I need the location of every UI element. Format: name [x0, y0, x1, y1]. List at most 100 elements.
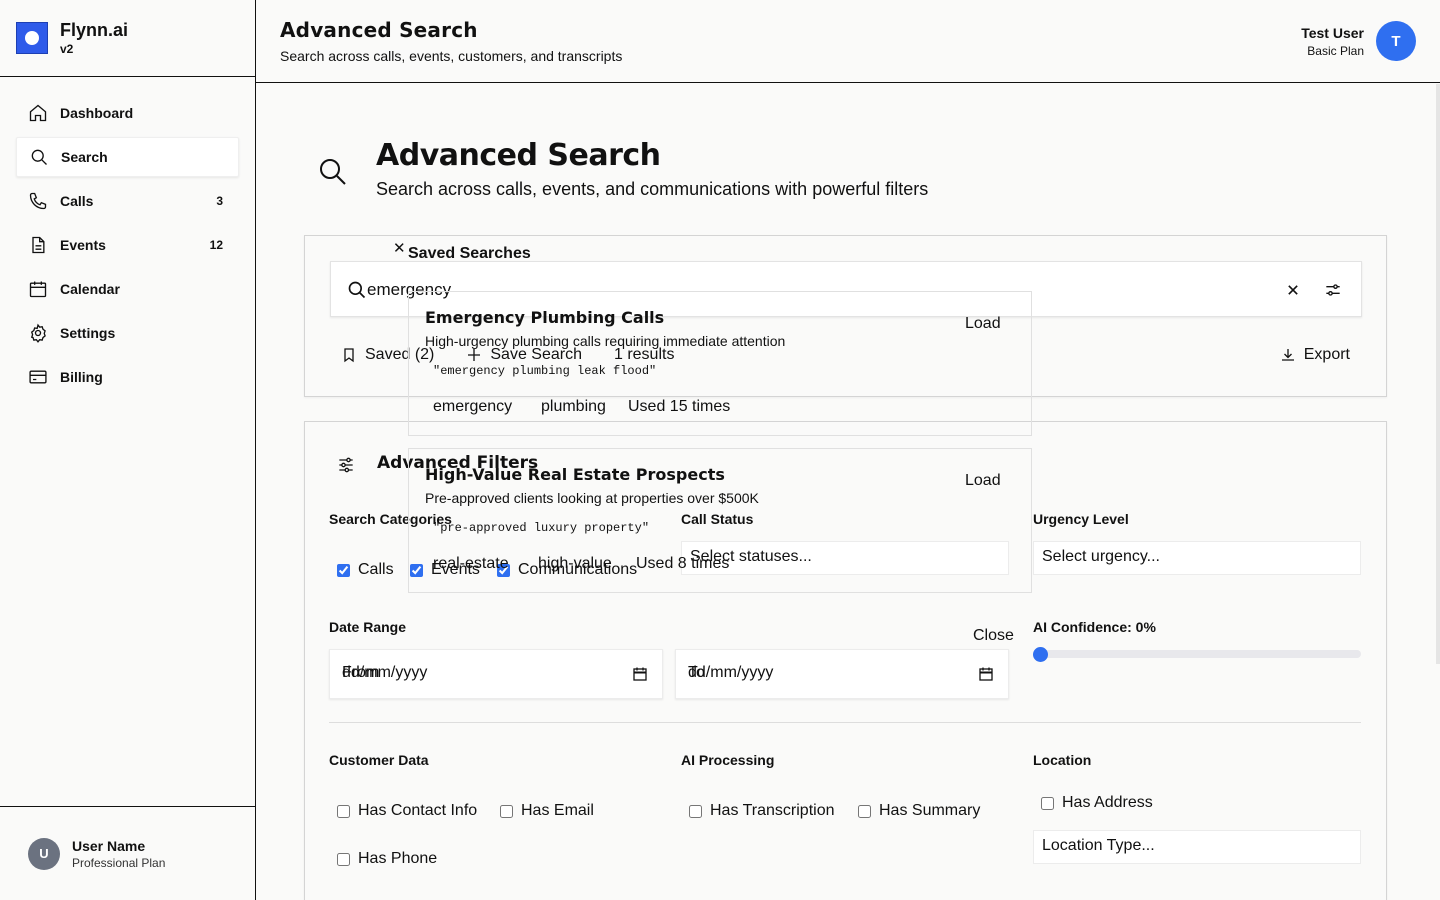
- checkbox[interactable]: [337, 563, 350, 577]
- top-header: Advanced Search Search across calls, eve…: [256, 0, 1440, 83]
- brand-name: Flynn.ai: [60, 20, 129, 40]
- checkbox[interactable]: [337, 852, 350, 866]
- sliders-icon[interactable]: [1323, 280, 1343, 300]
- sidebar-item-calendar[interactable]: Calendar: [16, 269, 239, 309]
- download-icon: [1281, 349, 1294, 361]
- sidebar-item-label: Settings: [60, 325, 116, 341]
- sidebar-item-count: 3: [216, 194, 223, 208]
- checkbox[interactable]: [1041, 796, 1054, 810]
- brand-version: v2: [60, 42, 74, 56]
- sidebar-item-settings[interactable]: Settings: [16, 313, 239, 353]
- search-icon: [31, 149, 47, 165]
- user-plan: Professional Plan: [72, 855, 166, 870]
- urgency-select[interactable]: Select urgency...: [1033, 541, 1361, 575]
- sidebar-item-label: Calls: [60, 193, 94, 209]
- scrollbar[interactable]: [1436, 84, 1440, 664]
- close-button[interactable]: Close: [973, 627, 1014, 645]
- location-label: Location: [1033, 752, 1092, 768]
- credit-card-icon: [29, 370, 47, 384]
- sliders-icon: [339, 457, 353, 473]
- header-user-plan: Basic Plan: [1307, 43, 1364, 58]
- sidebar-item-label: Search: [61, 149, 108, 165]
- calendar-icon[interactable]: [978, 666, 994, 682]
- load-button[interactable]: Load: [965, 315, 1001, 333]
- avatar[interactable]: T: [1376, 21, 1416, 61]
- category-calls-checkbox[interactable]: Calls: [337, 561, 394, 579]
- calendar-icon[interactable]: [632, 666, 648, 682]
- sidebar-user[interactable]: U User Name Professional Plan: [0, 806, 255, 900]
- saved-search-tag: plumbing: [541, 398, 606, 415]
- has-phone-checkbox[interactable]: Has Phone: [337, 850, 437, 868]
- sidebar: Flynn.ai v2 Dashboard Search Calls 3 Eve…: [0, 0, 256, 900]
- page-title: Advanced Search: [280, 18, 478, 42]
- saved-search-name: High-Value Real Estate Prospects: [425, 465, 725, 484]
- search-icon: [348, 281, 366, 299]
- saved-search-tag: high-value: [538, 555, 612, 572]
- sidebar-item-label: Dashboard: [60, 105, 134, 121]
- has-contact-info-checkbox[interactable]: Has Contact Info: [337, 802, 477, 820]
- avatar: U: [28, 837, 60, 870]
- checkbox[interactable]: [858, 804, 871, 818]
- close-icon[interactable]: ✕: [393, 239, 406, 257]
- has-transcription-checkbox[interactable]: Has Transcription: [689, 802, 835, 820]
- location-type-select[interactable]: Location Type...: [1033, 830, 1361, 864]
- header-user-menu[interactable]: Test User Basic Plan T: [1301, 21, 1416, 61]
- bookmark-icon: [344, 348, 354, 363]
- date-to-input[interactable]: To dd/mm/yyyy: [675, 649, 1009, 699]
- checkbox-label: Has Email: [521, 802, 594, 819]
- sidebar-item-calls[interactable]: Calls 3: [16, 181, 239, 221]
- saved-search-name: Emergency Plumbing Calls: [425, 308, 665, 327]
- hero-title: Advanced Search: [376, 138, 661, 173]
- saved-search-query: "emergency plumbing leak flood": [433, 364, 657, 378]
- brand[interactable]: Flynn.ai v2: [0, 0, 255, 77]
- ai-processing-label: AI Processing: [681, 752, 775, 768]
- hero-subtitle: Search across calls, events, and communi…: [376, 179, 929, 199]
- checkbox-label: Has Address: [1062, 794, 1153, 811]
- checkbox-label: Has Phone: [358, 850, 438, 867]
- phone-icon: [29, 192, 47, 210]
- sidebar-nav: Dashboard Search Calls 3 Events 12 Calen…: [0, 77, 255, 397]
- sidebar-item-label: Calendar: [60, 281, 120, 297]
- document-icon: [32, 236, 45, 254]
- checkbox[interactable]: [689, 804, 702, 818]
- divider: [329, 722, 1361, 723]
- has-summary-checkbox[interactable]: Has Summary: [858, 802, 980, 820]
- sidebar-item-label: Billing: [60, 369, 103, 385]
- saved-search-description: Pre-approved clients looking at properti…: [425, 490, 759, 506]
- saved-search-usage: Used 15 times: [628, 398, 731, 415]
- saved-search-tag: real-estate: [433, 555, 509, 572]
- checkbox[interactable]: [337, 804, 350, 818]
- saved-search-description: High-urgency plumbing calls requiring im…: [425, 333, 786, 349]
- export-label: Export: [1303, 346, 1350, 363]
- has-email-checkbox[interactable]: Has Email: [500, 802, 594, 820]
- date-from-input[interactable]: From dd/mm/yyyy: [329, 649, 663, 699]
- checkbox-label: Has Summary: [879, 802, 981, 819]
- home-icon: [29, 104, 47, 122]
- checkbox-label: Calls: [358, 561, 394, 578]
- sidebar-item-search[interactable]: Search: [16, 137, 239, 177]
- has-address-checkbox[interactable]: Has Address: [1041, 794, 1153, 812]
- sidebar-item-label: Events: [60, 237, 106, 253]
- sidebar-item-count: 12: [209, 238, 223, 252]
- gear-icon: [30, 323, 46, 343]
- brand-logo-icon: [16, 22, 48, 54]
- checkbox-label: Has Contact Info: [358, 802, 478, 819]
- date-from-placeholder: dd/mm/yyyy: [342, 664, 428, 681]
- load-button[interactable]: Load: [965, 472, 1001, 490]
- search-icon: [320, 159, 346, 185]
- export-button[interactable]: Export: [1280, 346, 1350, 364]
- sidebar-item-dashboard[interactable]: Dashboard: [16, 93, 239, 133]
- saved-search-tag: emergency: [433, 398, 513, 415]
- checkbox[interactable]: [500, 804, 513, 818]
- customer-data-label: Customer Data: [329, 752, 429, 768]
- sidebar-item-billing[interactable]: Billing: [16, 357, 239, 397]
- saved-searches-title: Saved Searches: [408, 245, 531, 262]
- date-range-label: Date Range: [329, 619, 407, 635]
- ai-confidence-slider[interactable]: [1033, 650, 1361, 658]
- page-subtitle: Search across calls, events, customers, …: [280, 48, 623, 64]
- ai-confidence-slider-thumb[interactable]: [1033, 647, 1048, 662]
- sidebar-item-events[interactable]: Events 12: [16, 225, 239, 265]
- calendar-icon: [29, 281, 47, 298]
- checkbox-label: Has Transcription: [710, 802, 835, 819]
- close-icon[interactable]: [1283, 280, 1303, 300]
